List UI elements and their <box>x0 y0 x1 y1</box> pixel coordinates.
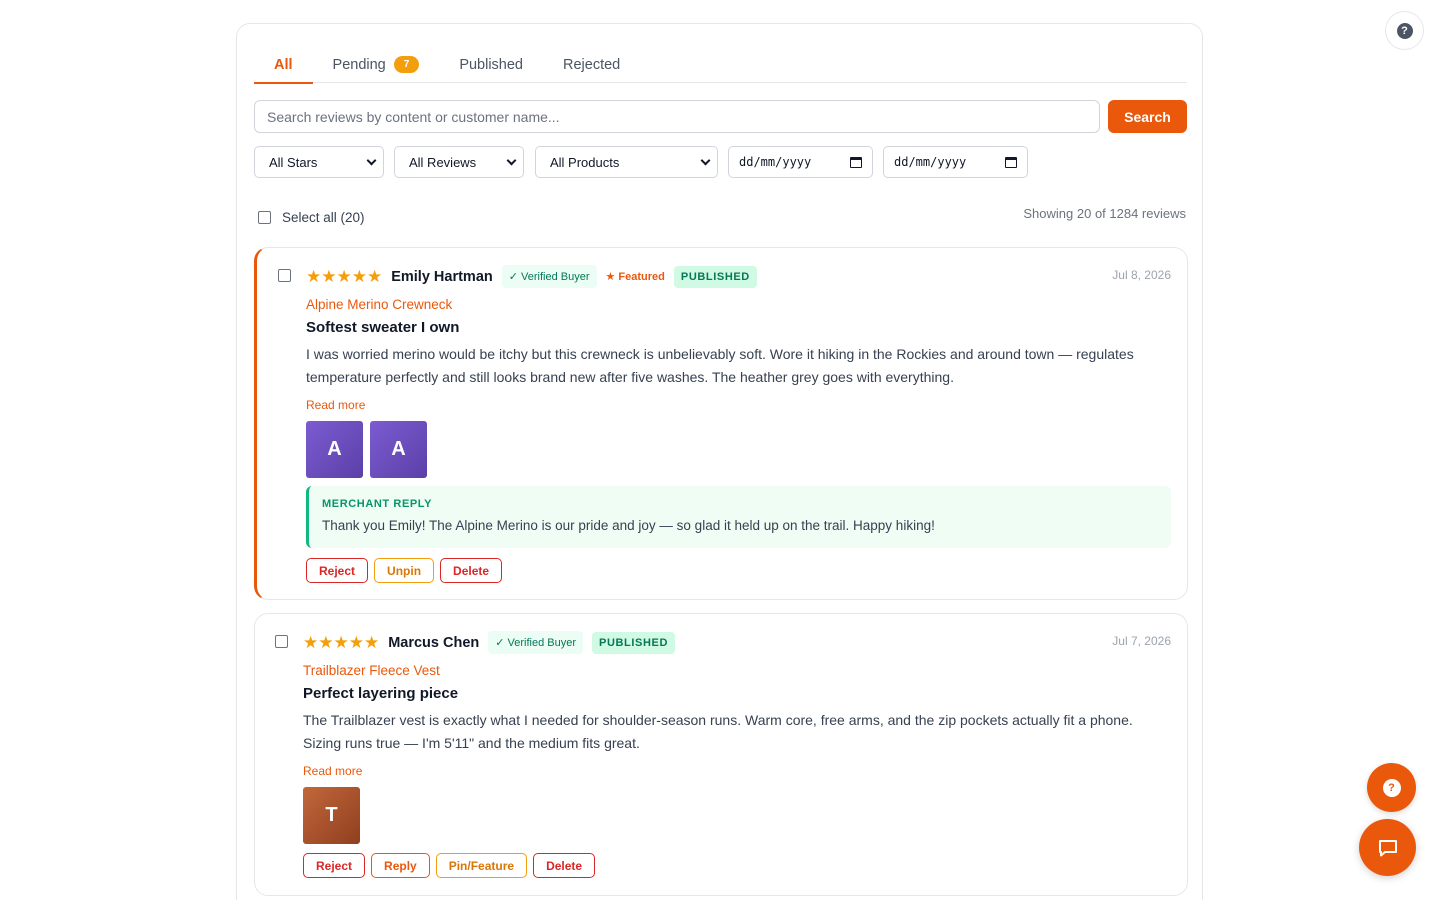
search-input[interactable] <box>254 100 1100 133</box>
status-badge: PUBLISHED <box>673 265 757 288</box>
pending-count-badge: 7 <box>393 56 420 73</box>
search-button[interactable]: Search <box>1108 100 1187 133</box>
merchant-reply: MERCHANT REPLY Thank you Emily! The Alpi… <box>306 486 1171 548</box>
read-more-link[interactable]: Read more <box>303 764 362 778</box>
review-photo-thumbnail[interactable]: A <box>370 421 427 478</box>
star-rating: ★★★★★ <box>306 266 383 286</box>
calendar-icon[interactable] <box>850 156 862 168</box>
products-filter-value: All Products <box>550 154 620 170</box>
review-header: ★★★★★ Marcus Chen ✓ Verified Buyer PUBLI… <box>303 631 675 654</box>
results-count: Showing 20 of 1284 reviews <box>1023 206 1186 221</box>
tab-label: Published <box>459 56 523 73</box>
review-select-checkbox[interactable] <box>275 635 288 648</box>
tab-all[interactable]: All <box>254 46 313 84</box>
tab-pending[interactable]: Pending 7 <box>313 46 440 83</box>
stars-filter-value: All Stars <box>269 154 318 170</box>
product-link[interactable]: Trailblazer Fleece Vest <box>303 663 440 678</box>
question-mark-icon: ? <box>1396 22 1413 39</box>
reviews-filter-value: All Reviews <box>409 154 477 170</box>
tab-label: Pending <box>332 56 386 73</box>
reject-button[interactable]: Reject <box>306 558 369 583</box>
date-to-value: dd/mm/yyyy <box>894 155 967 169</box>
featured-badge: ★ Featured <box>605 271 665 283</box>
date-to-input[interactable]: dd/mm/yyyy <box>883 146 1028 178</box>
review-header: ★★★★★ Emily Hartman ✓ Verified Buyer ★ F… <box>306 265 757 288</box>
date-from-input[interactable]: dd/mm/yyyy <box>728 146 873 178</box>
review-body: The Trailblazer vest is exactly what I n… <box>303 712 1133 751</box>
tab-label: All <box>274 56 293 73</box>
review-date: Jul 8, 2026 <box>1112 268 1171 282</box>
reviews-panel: All Pending 7 Published Rejected Search … <box>236 23 1203 900</box>
floating-help-button[interactable]: ? <box>1367 763 1416 812</box>
review-body: I was worried merino would be itchy but … <box>306 346 1134 385</box>
chevron-down-icon <box>366 155 377 165</box>
review-photo-thumbnail[interactable]: T <box>303 787 360 844</box>
merchant-reply-text: Thank you Emily! The Alpine Merino is ou… <box>322 518 935 533</box>
status-tabs: All Pending 7 Published Rejected <box>254 46 1187 84</box>
review-card: ★★★★★ Emily Hartman ✓ Verified Buyer ★ F… <box>254 247 1188 600</box>
star-rating: ★★★★★ <box>303 632 380 652</box>
customer-name: Marcus Chen <box>388 634 480 651</box>
products-filter-select[interactable]: All Products <box>535 146 718 178</box>
delete-button[interactable]: Delete <box>533 853 596 878</box>
review-photos: A A <box>306 421 427 478</box>
date-from-value: dd/mm/yyyy <box>739 155 812 169</box>
chevron-down-icon <box>700 155 711 165</box>
verified-buyer-badge: ✓ Verified Buyer <box>488 631 584 654</box>
chat-button[interactable] <box>1359 819 1416 876</box>
read-more-link[interactable]: Read more <box>306 398 365 412</box>
review-photo-thumbnail[interactable]: A <box>306 421 363 478</box>
tab-label: Rejected <box>563 56 621 73</box>
pin-feature-button[interactable]: Pin/Feature <box>435 853 528 878</box>
reject-button[interactable]: Reject <box>303 853 366 878</box>
tab-rejected[interactable]: Rejected <box>543 46 640 83</box>
help-button[interactable]: ? <box>1385 11 1424 50</box>
merchant-reply-label: MERCHANT REPLY <box>322 498 433 510</box>
select-all-checkbox[interactable] <box>258 211 271 224</box>
status-badge: PUBLISHED <box>592 631 675 654</box>
review-title: Perfect layering piece <box>303 685 459 702</box>
unpin-button[interactable]: Unpin <box>374 558 435 583</box>
reviews-filter-select[interactable]: All Reviews <box>394 146 524 178</box>
question-mark-icon: ? <box>1382 778 1401 797</box>
calendar-icon[interactable] <box>1005 156 1017 168</box>
review-title: Softest sweater I own <box>306 319 460 336</box>
product-link[interactable]: Alpine Merino Crewneck <box>306 297 452 312</box>
delete-button[interactable]: Delete <box>440 558 503 583</box>
chat-bubble-icon <box>1378 839 1397 856</box>
select-all-label: Select all (20) <box>282 210 365 225</box>
review-actions: Reject Reply Pin/Feature Delete <box>303 853 596 878</box>
tab-published[interactable]: Published <box>439 46 543 83</box>
review-select-checkbox[interactable] <box>278 269 291 282</box>
stars-filter-select[interactable]: All Stars <box>254 146 384 178</box>
customer-name: Emily Hartman <box>391 268 493 285</box>
verified-buyer-badge: ✓ Verified Buyer <box>501 265 597 288</box>
select-all-row: Select all (20) <box>258 210 365 225</box>
review-date: Jul 7, 2026 <box>1112 634 1171 648</box>
chevron-down-icon <box>506 155 517 165</box>
review-card: ★★★★★ Marcus Chen ✓ Verified Buyer PUBLI… <box>254 613 1188 896</box>
review-photos: T <box>303 787 360 844</box>
reply-button[interactable]: Reply <box>371 853 430 878</box>
review-actions: Reject Unpin Delete <box>306 558 503 583</box>
